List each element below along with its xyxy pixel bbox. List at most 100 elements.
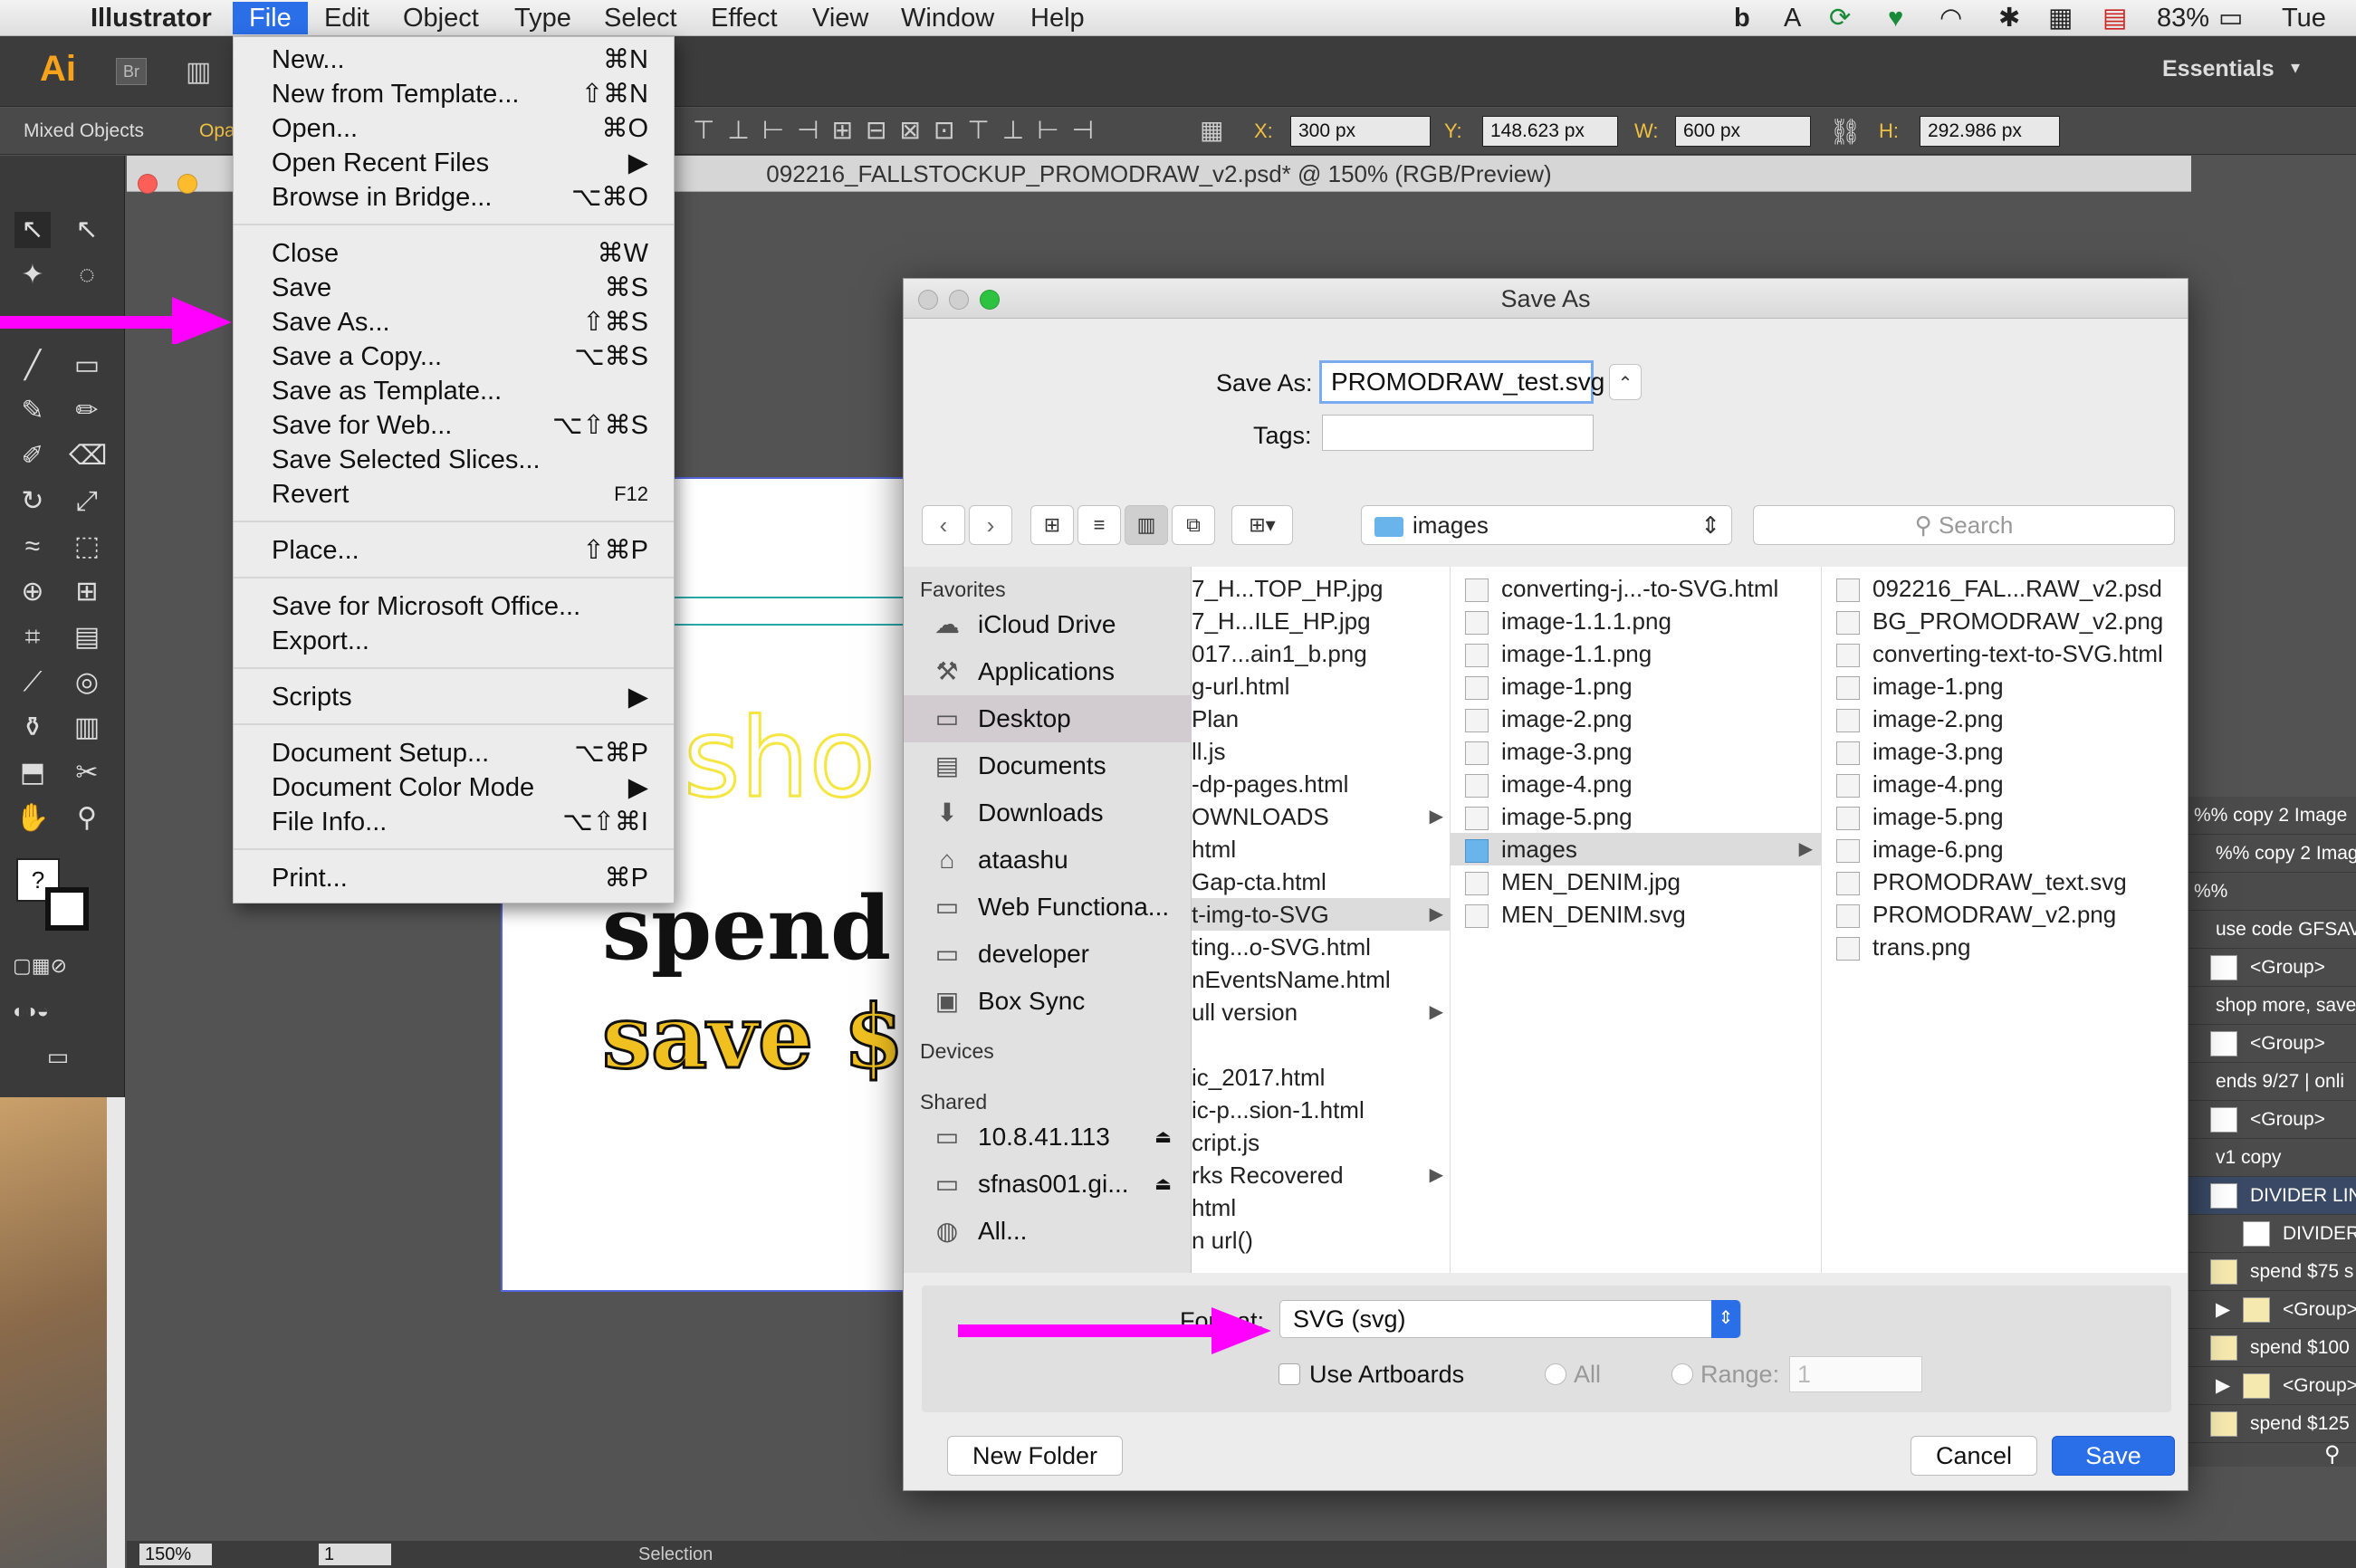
gradient-icon[interactable]: ▤	[69, 619, 105, 655]
menu-type[interactable]: Type	[514, 2, 571, 34]
eject-icon[interactable]: ⏏	[1154, 1114, 1172, 1161]
file-item[interactable]: MEN_DENIM.svg	[1451, 898, 1686, 931]
color-mode-icons[interactable]: ▢▦⊘	[13, 948, 67, 984]
pencil-icon[interactable]: ✏	[69, 393, 105, 429]
arrange-documents-icon[interactable]: ▥	[186, 56, 211, 88]
eyedropper-icon[interactable]: ⟋	[14, 664, 51, 701]
dialog-zoom-icon[interactable]	[980, 290, 1000, 310]
status-b-icon[interactable]: b	[1734, 2, 1750, 34]
file-item[interactable]: html	[1192, 1191, 1236, 1224]
sidebar-item-server-1[interactable]: ▭ 10.8.41.113 ⏏	[904, 1114, 1192, 1161]
forward-button[interactable]: ›	[969, 505, 1012, 545]
menu-item-document-setup[interactable]: Document Setup... ⌥⌘P	[234, 736, 674, 770]
menu-item-open[interactable]: Open... ⌘O	[234, 111, 674, 146]
menu-item-save-as-template[interactable]: Save as Template...	[234, 374, 674, 408]
sidebar-item-applications[interactable]: ⚒ Applications	[904, 648, 1192, 695]
battery-percent[interactable]: 83%	[2157, 2, 2209, 34]
menu-view[interactable]: View	[812, 2, 868, 34]
column-graph-icon[interactable]: ▥	[69, 710, 105, 746]
sidebar-item-documents[interactable]: ▤ Documents	[904, 742, 1192, 789]
tags-input[interactable]	[1322, 415, 1594, 451]
slice-icon[interactable]: ✂	[69, 755, 105, 791]
wifi-icon[interactable]: ◠	[1939, 2, 1962, 34]
menu-item-export[interactable]: Export...	[234, 624, 674, 658]
artboard-text-shop[interactable]: sho	[683, 695, 877, 824]
file-item[interactable]: PROMODRAW_text.svg	[1822, 865, 2127, 898]
file-item[interactable]: ic-p...sion-1.html	[1192, 1094, 1365, 1126]
file-item[interactable]: 092216_FAL...RAW_v2.psd	[1822, 572, 2162, 605]
menu-item-save-as[interactable]: Save As... ⇧⌘S	[234, 305, 674, 339]
save-button[interactable]: Save	[2052, 1436, 2175, 1476]
folder-item[interactable]: ull version ▶	[1192, 996, 1450, 1028]
artboard-tool-icon[interactable]: ⬒	[14, 755, 51, 791]
file-item[interactable]: image-2.png	[1822, 703, 2004, 735]
file-item[interactable]: image-3.png	[1822, 735, 2004, 768]
file-item[interactable]: image-4.png	[1822, 768, 2004, 800]
file-item[interactable]: image-5.png	[1451, 800, 1633, 833]
search-field[interactable]: ⚲ Search	[1753, 505, 2175, 545]
layer-row[interactable]: %%	[2188, 873, 2356, 911]
workspace-switcher[interactable]: Essentials	[2162, 56, 2275, 82]
battery-icon[interactable]: ▭	[2218, 2, 2243, 34]
sidebar-item-home[interactable]: ⌂ ataashu	[904, 837, 1192, 884]
align-icons[interactable]: ⊤⊥⊢⊣⊞⊟⊠⊡⊤⊥⊢⊣	[693, 115, 1106, 145]
layer-row[interactable]: v1 copy	[2188, 1139, 2356, 1177]
w-field[interactable]: 600 px	[1675, 116, 1811, 147]
app-menu[interactable]: Illustrator	[91, 2, 212, 34]
icon-view-icon[interactable]: ⊞	[1030, 505, 1074, 545]
lasso-icon[interactable]: ◌	[69, 257, 105, 293]
stroke-swatch[interactable]	[45, 887, 89, 931]
width-tool-icon[interactable]: ≈	[14, 529, 51, 565]
shape-builder-icon[interactable]: ⊕	[14, 574, 51, 610]
layer-row[interactable]: ends 9/27 | onli	[2188, 1063, 2356, 1101]
menu-effect[interactable]: Effect	[711, 2, 778, 34]
menu-item-save-for-web[interactable]: Save for Web... ⌥⇧⌘S	[234, 408, 674, 443]
y-field[interactable]: 148.623 px	[1482, 116, 1618, 147]
symbol-sprayer-icon[interactable]: ⚱	[14, 710, 51, 746]
layer-row[interactable]: <Group>	[2188, 1101, 2356, 1139]
menu-item-open-recent[interactable]: Open Recent Files ▶	[234, 146, 674, 180]
workspace-chevron-icon[interactable]: ▾	[2291, 56, 2300, 79]
menu-item-file-info[interactable]: File Info... ⌥⇧⌘I	[234, 805, 674, 839]
sidebar-item-developer[interactable]: ▭ developer	[904, 931, 1192, 978]
perspective-grid-icon[interactable]: ⊞	[69, 574, 105, 610]
rotate-icon[interactable]: ↻	[14, 483, 51, 520]
file-item[interactable]: image-1.png	[1822, 670, 2004, 703]
folder-item[interactable]: OWNLOADS ▶	[1192, 800, 1450, 833]
artboard-number-field[interactable]: 1	[319, 1544, 391, 1565]
file-item[interactable]: MEN_DENIM.jpg	[1451, 865, 1681, 898]
menu-object[interactable]: Object	[403, 2, 479, 34]
file-item[interactable]: cript.js	[1192, 1126, 1259, 1159]
file-item[interactable]: PROMODRAW_v2.png	[1822, 898, 2116, 931]
layer-row[interactable]: %% copy 2 Image	[2188, 797, 2356, 835]
current-tool-status[interactable]: Selection	[638, 1544, 713, 1565]
menu-item-save-a-copy[interactable]: Save a Copy... ⌥⌘S	[234, 339, 674, 374]
folder-item-selected[interactable]: t-img-to-SVG ▶	[1192, 898, 1450, 931]
menu-item-new[interactable]: New... ⌘N	[234, 43, 674, 77]
file-item[interactable]: image-2.png	[1451, 703, 1633, 735]
expand-triangle-icon[interactable]: ▶	[2216, 1291, 2230, 1328]
menu-item-save-selected-slices[interactable]: Save Selected Slices...	[234, 443, 674, 477]
file-item[interactable]: image-1.1.png	[1451, 637, 1652, 670]
eject-icon[interactable]: ⏏	[1154, 1161, 1172, 1208]
magic-wand-icon[interactable]: ✦	[14, 257, 51, 293]
menu-item-place[interactable]: Place... ⇧⌘P	[234, 533, 674, 568]
keyboard-icon[interactable]: ▦	[2048, 2, 2073, 34]
coverflow-view-icon[interactable]: ⧉	[1172, 505, 1215, 545]
sidebar-item-all[interactable]: ◍ All...	[904, 1208, 1192, 1255]
file-item[interactable]: ic_2017.html	[1192, 1061, 1325, 1094]
menu-help[interactable]: Help	[1030, 2, 1085, 34]
drawing-mode-icons[interactable]: ◐◑◒	[13, 993, 49, 1029]
menu-item-save[interactable]: Save ⌘S	[234, 271, 674, 305]
rectangle-tool-icon[interactable]: ▭	[69, 348, 105, 384]
blend-icon[interactable]: ◎	[69, 664, 105, 701]
file-item[interactable]: trans.png	[1822, 931, 1970, 963]
blob-brush-icon[interactable]: ✐	[14, 438, 51, 474]
layer-row[interactable]: DIVIDER	[2188, 1215, 2356, 1253]
menu-item-save-for-office[interactable]: Save for Microsoft Office...	[234, 589, 674, 624]
use-artboards-checkbox[interactable]	[1279, 1363, 1300, 1385]
h-field[interactable]: 292.986 px	[1920, 116, 2060, 147]
scale-icon[interactable]: ⤢	[69, 483, 105, 520]
arrange-menu-button[interactable]: ⊞▾	[1231, 505, 1293, 545]
layer-row[interactable]: <Group>	[2188, 949, 2356, 987]
